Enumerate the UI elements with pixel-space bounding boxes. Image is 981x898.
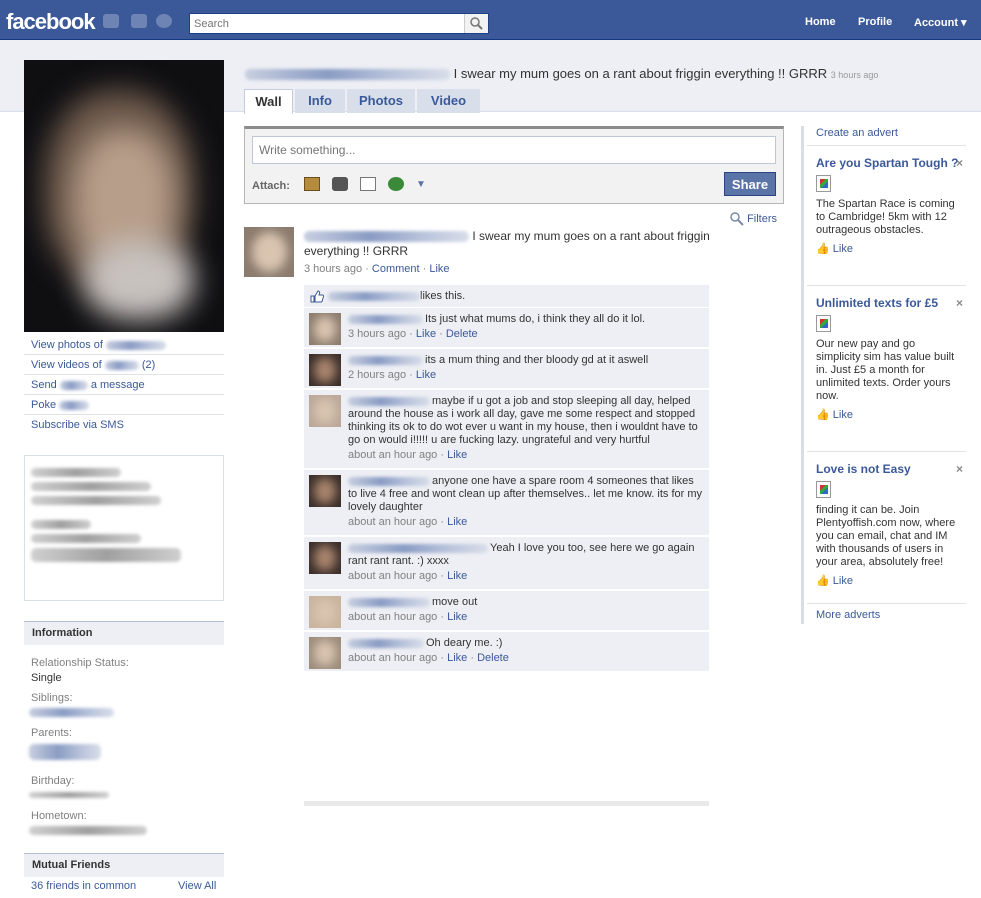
- wall-composer: Attach: ▼ Share: [244, 126, 784, 204]
- comment: its a mum thing and ther bloody gd at it…: [304, 349, 709, 390]
- ad-like-link[interactable]: 👍 Like: [816, 574, 962, 587]
- attach-label: Attach:: [252, 180, 290, 192]
- comment-like-link[interactable]: Like: [447, 611, 467, 623]
- event-icon[interactable]: [360, 177, 376, 191]
- messages-icon[interactable]: [131, 14, 147, 28]
- comment-like-link[interactable]: Like: [416, 328, 436, 340]
- thumbs-up-icon: [310, 290, 324, 303]
- comment-avatar[interactable]: [309, 395, 341, 427]
- status-text: I swear my mum goes on a rant about frig…: [453, 66, 828, 81]
- tab-wall[interactable]: Wall: [244, 89, 293, 114]
- comment-like-link[interactable]: Like: [447, 449, 467, 461]
- share-button[interactable]: Share: [724, 172, 776, 196]
- comment-avatar[interactable]: [309, 354, 341, 386]
- comment: maybe if u got a job and stop sleeping a…: [304, 390, 709, 470]
- search-box: [189, 13, 489, 34]
- nav-profile[interactable]: Profile: [858, 16, 892, 28]
- ads-column: Create an advert Are you Spartan Tough ?…: [801, 126, 966, 624]
- relationship-value: Single: [31, 672, 62, 684]
- comment-avatar[interactable]: [309, 637, 341, 669]
- comment-avatar[interactable]: [309, 313, 341, 345]
- bio-box: [24, 455, 224, 601]
- nav-home[interactable]: Home: [805, 16, 836, 28]
- friend-requests-icon[interactable]: [103, 14, 119, 28]
- comment-avatar[interactable]: [309, 475, 341, 507]
- comment-avatar[interactable]: [309, 542, 341, 574]
- ad-like-link[interactable]: 👍 Like: [816, 242, 962, 255]
- comment-like-link[interactable]: Like: [447, 570, 467, 582]
- close-icon[interactable]: ×: [956, 462, 963, 476]
- ad-pof[interactable]: Love is not Easy × finding it can be. Jo…: [816, 462, 963, 587]
- tab-photos[interactable]: Photos: [347, 89, 415, 113]
- comment-like-link[interactable]: Like: [447, 516, 467, 528]
- wall-end-divider: [304, 801, 709, 806]
- status-line: I swear my mum goes on a rant about frig…: [245, 66, 878, 81]
- comment: Oh deary me. :) about an hour ago · Like…: [304, 632, 709, 673]
- mutual-friends-header: Mutual Friends: [24, 853, 224, 877]
- ad-like-link[interactable]: 👍 Like: [816, 408, 962, 421]
- link-icon[interactable]: [388, 177, 404, 191]
- notifications-icon[interactable]: [156, 14, 172, 28]
- ad-image-placeholder-icon[interactable]: [816, 315, 831, 332]
- photo-icon[interactable]: [304, 177, 320, 191]
- comment-list: likes this. Its just what mums do, i thi…: [304, 285, 709, 673]
- comment-like-link[interactable]: Like: [447, 652, 467, 664]
- close-icon[interactable]: ×: [956, 296, 963, 310]
- close-icon[interactable]: ×: [956, 156, 963, 170]
- siblings-label: Siblings:: [31, 692, 73, 704]
- video-icon[interactable]: [332, 177, 348, 191]
- comment-delete-link[interactable]: Delete: [477, 652, 509, 664]
- comment: Its just what mums do, i think they all …: [304, 308, 709, 349]
- post-author-avatar[interactable]: [244, 227, 294, 277]
- top-bar: facebook Home Profile Account ▾: [0, 0, 981, 40]
- search-input[interactable]: [190, 14, 460, 33]
- comment: Yeah I love you too, see here we go agai…: [304, 537, 709, 591]
- hometown-label: Hometown:: [31, 810, 87, 822]
- relationship-label: Relationship Status:: [31, 657, 129, 669]
- profile-links: View photos of View videos of (2) Send a…: [24, 335, 224, 435]
- send-message-link[interactable]: Send a message: [24, 375, 224, 395]
- magnifier-icon: [730, 212, 744, 226]
- likes-row: likes this.: [304, 285, 709, 308]
- ad-texts[interactable]: Unlimited texts for £5 × Our new pay and…: [816, 296, 963, 421]
- poke-link[interactable]: Poke: [24, 395, 224, 415]
- post-text: I swear my mum goes on a rant about frig…: [304, 229, 710, 258]
- filters-link[interactable]: Filters: [730, 212, 777, 226]
- view-photos-link[interactable]: View photos of: [24, 335, 224, 355]
- search-button[interactable]: [464, 14, 488, 33]
- comment-avatar[interactable]: [309, 596, 341, 628]
- ad-image-placeholder-icon[interactable]: [816, 175, 831, 192]
- more-adverts-link[interactable]: More adverts: [816, 609, 962, 621]
- mutual-friends-count[interactable]: 36 friends in common: [31, 880, 136, 892]
- profile-picture[interactable]: [24, 60, 224, 332]
- create-advert-link[interactable]: Create an advert: [816, 127, 962, 139]
- ad-image-placeholder-icon[interactable]: [816, 481, 831, 498]
- nav-account[interactable]: Account ▾: [914, 16, 967, 29]
- comment: anyone one have a spare room 4 someones …: [304, 470, 709, 537]
- facebook-logo[interactable]: facebook: [6, 9, 96, 35]
- view-videos-link[interactable]: View videos of (2): [24, 355, 224, 375]
- information-header: Information: [24, 621, 224, 645]
- attach-more-icon[interactable]: ▼: [416, 179, 426, 190]
- parents-label: Parents:: [31, 727, 72, 739]
- write-something-input[interactable]: [252, 136, 776, 164]
- comment: move out about an hour ago · Like: [304, 591, 709, 632]
- tab-video[interactable]: Video: [417, 89, 480, 113]
- comment-delete-link[interactable]: Delete: [446, 328, 478, 340]
- post-meta: 3 hours ago · Comment · Like: [304, 263, 450, 275]
- post-like-link[interactable]: Like: [429, 263, 449, 275]
- ad-spartan[interactable]: Are you Spartan Tough ? × The Spartan Ra…: [816, 156, 963, 255]
- tab-info[interactable]: Info: [295, 89, 345, 113]
- comment-like-link[interactable]: Like: [416, 369, 436, 381]
- status-time: 3 hours ago: [830, 70, 879, 80]
- comment-link[interactable]: Comment: [372, 263, 420, 275]
- birthday-label: Birthday:: [31, 775, 75, 787]
- search-icon: [470, 17, 483, 30]
- subscribe-sms-link[interactable]: Subscribe via SMS: [24, 415, 224, 435]
- view-all-link[interactable]: View All: [178, 880, 216, 892]
